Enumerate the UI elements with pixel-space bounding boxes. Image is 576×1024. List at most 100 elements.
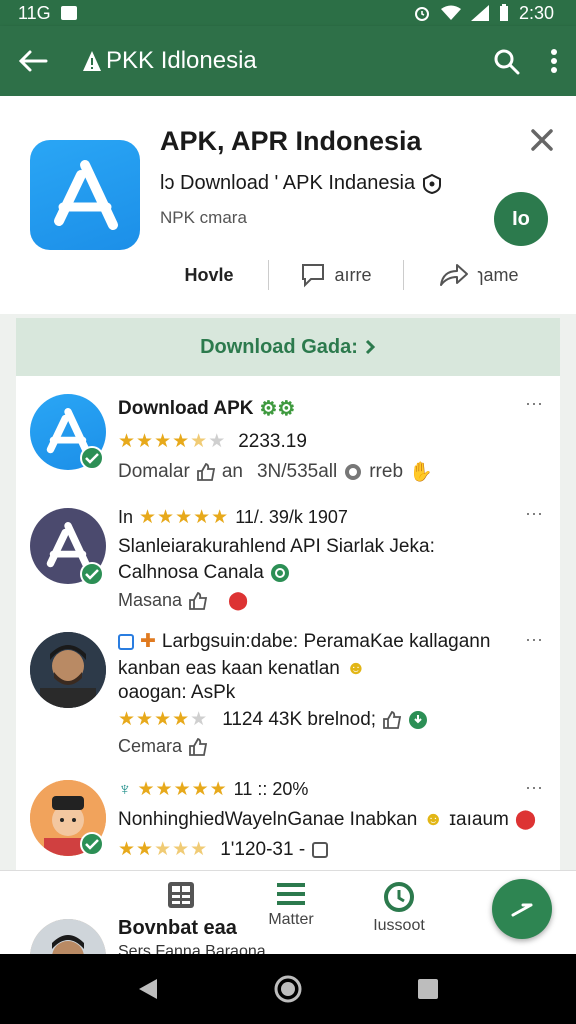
signal-icon	[470, 5, 489, 21]
list-item[interactable]: In ★★★★★ 11/. 39/k 1907 Slanleiarakurahl…	[16, 500, 560, 626]
warning-icon	[83, 51, 101, 71]
more-options-icon[interactable]: ⋯	[525, 778, 544, 799]
download-banner-label: Download Gada:	[200, 335, 358, 358]
search-icon[interactable]	[492, 47, 520, 75]
floating-action-button[interactable]	[492, 879, 552, 939]
star-rating: ★★★★★	[118, 839, 209, 860]
home-circle-icon[interactable]	[274, 975, 302, 1003]
nav-menu-label: Matter	[268, 911, 314, 928]
status-bar: 11G 2:30	[0, 0, 576, 26]
nav-calculator[interactable]	[136, 881, 226, 913]
calculator-icon	[168, 882, 194, 908]
star-rating: ★★★★★★	[118, 431, 227, 452]
clock-text: 2:30	[518, 2, 554, 23]
rating-count: 2233.19	[238, 430, 307, 452]
green-badge-icon	[270, 564, 289, 582]
item-line-1: ✚ Larbgsuin:dabe: PeramaKae kallagann	[118, 630, 490, 653]
blue-square-icon	[118, 633, 134, 650]
app-title: APK, APR Indonesia	[160, 126, 422, 156]
menu-icon	[277, 883, 305, 905]
smiley-icon: ☻	[423, 808, 444, 830]
item-line-5-text: Cemara	[118, 736, 183, 756]
item-line-4: Masana ⬤	[118, 590, 248, 611]
more-vert-icon[interactable]	[550, 48, 558, 74]
header-actions: Hovle aırre ɿame	[150, 258, 560, 292]
item-stats: 1124 43K brelnod;	[222, 708, 377, 730]
item-stats: 11 :: 20%	[233, 779, 309, 799]
item-line-2-suffix: ɪaıaum	[449, 808, 509, 830]
more-options-icon[interactable]: ⋯	[525, 394, 544, 415]
list-item[interactable]: ♆ ★★★★★ 11 :: 20% NonhinghiedWayelnGanae…	[16, 774, 560, 876]
arrow-icon	[511, 903, 533, 917]
item-line-2: kanban eas kaan kenatlan ☻	[118, 658, 366, 680]
clock-icon	[345, 464, 362, 480]
recents-square-icon[interactable]	[417, 978, 439, 1000]
alarm-icon	[414, 7, 429, 21]
list-item[interactable]: ✚ Larbgsuin:dabe: PeramaKae kallagann ka…	[16, 626, 560, 774]
app-bar-title: PKK Idlonesia	[82, 47, 257, 75]
home-action-label: Hovle	[184, 264, 234, 285]
item-stats: 1'120-31 -	[220, 838, 306, 860]
item-line-4: ★★★★★ 1124 43K brelnod;	[118, 708, 428, 731]
home-action[interactable]: Hovle	[150, 265, 268, 286]
item-line-2: Slanleiarakurahlend API Siarlak Jeka:	[118, 536, 435, 557]
app-store-icon	[30, 140, 140, 250]
notification-icon	[60, 6, 77, 20]
item-line-2-text: kanban eas kaan kenatlan	[118, 658, 340, 679]
item-prefix: In	[118, 507, 134, 527]
peek-title: Bovnbat eaa	[118, 917, 237, 939]
verified-check-icon	[80, 562, 104, 586]
system-navigation-bar	[0, 954, 576, 1024]
item-meta: Domalar an 3N/535all rreb ✋	[118, 460, 433, 484]
more-options-icon[interactable]: ⋯	[525, 630, 544, 651]
item-line-5: Cemara	[118, 736, 208, 757]
comment-action[interactable]: aırre	[269, 262, 403, 288]
thumb-icon	[189, 737, 208, 756]
star-rating: ★★★★★	[137, 779, 228, 800]
open-button[interactable]: Io	[494, 192, 548, 246]
item-line-1: In ★★★★★ 11/. 39/k 1907	[118, 506, 348, 529]
item-rating: ★★★★★★ 2233.19	[118, 430, 307, 453]
app-subtitle: lɔ Download ' APK Indanesia	[160, 172, 443, 195]
back-arrow-icon[interactable]	[18, 49, 48, 73]
item-title: Download APK ⚙⚙	[118, 396, 295, 421]
verified-check-icon	[80, 832, 104, 856]
thumb-icon	[196, 463, 215, 481]
app-bar: PKK Idlonesia	[0, 26, 576, 96]
wifi-icon	[440, 5, 461, 20]
nav-history-label: Iussoot	[373, 917, 425, 934]
warning-badge-icon: ⬤	[228, 590, 249, 610]
item-line-2: NonhinghiedWayelnGanae Inabkan ☻ ɪaıaum …	[118, 808, 536, 831]
download-banner[interactable]: Download Gada:	[16, 318, 560, 376]
app-list: Download APK ⚙⚙ ★★★★★★ 2233.19 Domalar a…	[16, 376, 560, 876]
app-subtitle-text: lɔ Download ' APK Indanesia	[160, 172, 416, 194]
app-header-card: APK, APR Indonesia lɔ Download ' APK Ind…	[0, 96, 576, 314]
app-bar-title-text: PKK Idlonesia	[106, 47, 257, 74]
developer-name: NPK cmara	[160, 208, 247, 227]
item-line-3: Calhnosa Canala	[118, 562, 290, 584]
more-options-icon[interactable]: ⋯	[525, 504, 544, 525]
chevron-right-icon	[365, 339, 376, 355]
hand-icon: ✋	[409, 462, 433, 483]
user-avatar	[30, 632, 106, 708]
item-line-1: ♆ ★★★★★ 11 :: 20%	[118, 778, 308, 801]
thumb-icon	[189, 591, 208, 610]
back-triangle-icon[interactable]	[137, 977, 159, 1001]
battery-icon	[499, 4, 508, 21]
star-rating: ★★★★★	[139, 507, 230, 528]
nav-history[interactable]: Iussoot	[354, 881, 444, 935]
close-icon[interactable]	[530, 128, 554, 152]
comment-icon	[302, 264, 325, 288]
history-icon	[384, 882, 414, 912]
item-line-1-text: Larbgsuin:dabe: PeramaKae kallagann	[161, 630, 491, 652]
share-action[interactable]: ɿame	[404, 262, 554, 288]
share-action-label: ɿame	[477, 264, 519, 285]
nav-menu[interactable]: Matter	[246, 881, 336, 929]
comment-action-label: aırre	[334, 264, 372, 285]
bottom-navigation: Bovnbat eaa Sers Fanna Baraona Matter Iu…	[0, 870, 576, 995]
meta-tag: rreb	[369, 461, 404, 482]
item-line-3: oaogan: AsPk	[118, 682, 236, 703]
plus-icon: ✚	[140, 631, 156, 652]
list-item[interactable]: Download APK ⚙⚙ ★★★★★★ 2233.19 Domalar a…	[16, 376, 560, 500]
thumb-icon	[383, 710, 402, 729]
